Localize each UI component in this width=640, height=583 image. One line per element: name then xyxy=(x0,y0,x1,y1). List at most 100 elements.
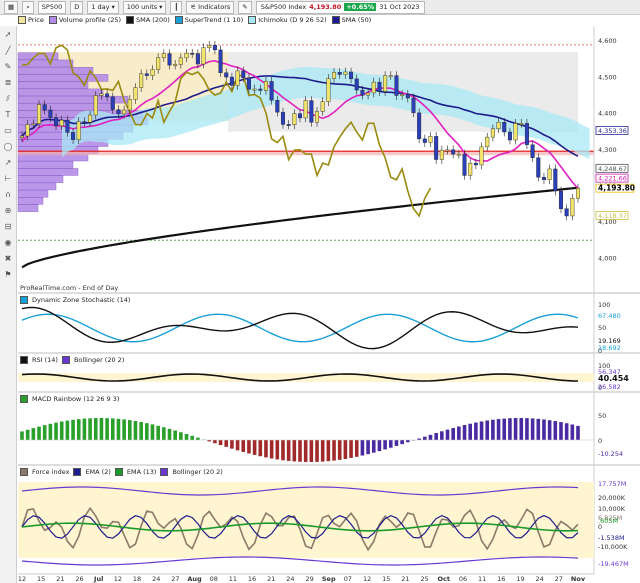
candle-body xyxy=(411,97,416,114)
stoch-legend-label: Dynamic Zone Stochastic (14) xyxy=(32,296,131,304)
macd-legend[interactable]: MACD Rainbow (12 26 9 3) xyxy=(20,395,119,403)
volume-profile-bar xyxy=(17,168,79,176)
candle-body xyxy=(252,88,257,91)
macd-histogram-bar xyxy=(48,423,53,440)
macd-histogram-bar xyxy=(76,419,81,440)
chart-area[interactable]: 4,6004,5004,4004,3004,2004,1004,0004,353… xyxy=(0,0,640,583)
rsi-swatch xyxy=(20,356,28,364)
macd-histogram-bar xyxy=(332,440,336,461)
macd-histogram-bar xyxy=(496,419,501,440)
date-label: 24 xyxy=(286,575,294,583)
macd-histogram-bar xyxy=(20,431,24,440)
macd-histogram-bar xyxy=(400,440,404,445)
price-tick-label: 4,000 xyxy=(598,254,617,262)
candle-body xyxy=(400,94,405,96)
macd-histogram-bar xyxy=(59,421,64,440)
date-label: 11 xyxy=(478,575,486,583)
macd-histogram-bar xyxy=(530,418,535,440)
candle-body xyxy=(513,123,518,141)
macd-histogram-bar xyxy=(337,440,342,460)
stoch-legend[interactable]: Dynamic Zone Stochastic (14) xyxy=(20,296,130,304)
force-tag: -19.467M xyxy=(598,560,629,568)
candle-body xyxy=(298,113,303,119)
candle-body xyxy=(337,72,342,75)
candle-body xyxy=(490,128,495,138)
volume-profile-bar xyxy=(17,88,104,97)
candle-body xyxy=(263,81,268,91)
candle-body xyxy=(173,64,178,66)
macd-histogram-bar xyxy=(54,422,58,440)
candle-body xyxy=(434,136,439,160)
volume-profile-bar xyxy=(17,175,64,183)
rsi-panel: 100056.34740.45426.582 xyxy=(18,362,629,392)
candle-body xyxy=(417,112,422,140)
candle-body xyxy=(229,76,234,86)
macd-histogram-bar xyxy=(479,421,484,440)
macd-histogram-bar xyxy=(428,434,433,440)
macd-histogram-bar xyxy=(559,422,563,440)
macd-histogram-bar xyxy=(405,440,410,443)
candle-body xyxy=(479,146,484,166)
candle-body xyxy=(246,77,251,90)
candle-body xyxy=(110,96,115,110)
candle-body xyxy=(507,131,512,141)
macd-histogram-bar xyxy=(445,429,450,440)
candle-body xyxy=(564,208,569,217)
macd-histogram-bar xyxy=(570,424,575,440)
macd-histogram-bar xyxy=(388,440,393,448)
candle-body xyxy=(524,123,529,145)
candle-body xyxy=(292,113,297,126)
macd-histogram-bar xyxy=(457,426,461,440)
date-label: 29 xyxy=(305,575,313,583)
price-tick-label: 4,400 xyxy=(598,110,617,118)
macd-histogram-bar xyxy=(127,420,132,440)
date-label: 16 xyxy=(248,575,256,583)
candle-body xyxy=(280,111,285,125)
candle-body xyxy=(354,78,359,91)
macd-histogram-bar xyxy=(547,420,552,440)
macd-histogram-bar xyxy=(122,419,126,440)
macd-histogram-bar xyxy=(360,440,365,456)
candle-body xyxy=(576,187,581,199)
macd-histogram-bar xyxy=(298,440,302,462)
date-label: 11 xyxy=(229,575,237,583)
candle-body xyxy=(48,109,53,118)
macd-histogram-bar xyxy=(576,425,580,440)
price-tick-label: 4,300 xyxy=(598,146,617,154)
macd-histogram-bar xyxy=(196,437,200,440)
force-index-panel: 20,000K10,000K0-10,000K17.757M6.825M.605… xyxy=(18,480,629,568)
macd-histogram-bar xyxy=(116,418,121,440)
date-label: 21 xyxy=(401,575,409,583)
price-tag-label: 4,221.66 xyxy=(598,175,627,183)
candle-body xyxy=(207,45,212,48)
candle-body xyxy=(258,88,263,91)
stoch-tick-label: 50 xyxy=(598,324,606,332)
candle-body xyxy=(377,81,382,92)
force-legend[interactable]: Force index EMA (2) EMA (13) Bollinger (… xyxy=(20,468,223,476)
date-label: 27 xyxy=(555,575,563,583)
stoch-signal-line xyxy=(21,313,579,343)
candle-body xyxy=(536,157,541,178)
ema13-swatch xyxy=(114,468,123,476)
volume-profile-bar xyxy=(17,204,39,212)
force-bollinger-legend-label: Bollinger (20 2) xyxy=(172,468,223,476)
volume-profile-bar xyxy=(17,182,57,191)
date-label: 25 xyxy=(420,575,428,583)
candle-body xyxy=(428,136,433,143)
candle-body xyxy=(286,124,291,126)
rsi-legend[interactable]: RSI (14) Bollinger (20 2) xyxy=(20,356,124,364)
macd-histogram-bar xyxy=(451,428,455,440)
candle-body xyxy=(150,69,155,76)
macd-histogram-bar xyxy=(525,418,529,440)
volume-profile-bar xyxy=(17,189,49,198)
candle-body xyxy=(309,100,314,123)
date-label: 12 xyxy=(18,575,26,583)
macd-histogram-bar xyxy=(179,432,183,440)
macd-histogram-bar xyxy=(235,440,240,451)
stoch-swatch xyxy=(20,296,28,304)
date-label: 06 xyxy=(459,575,467,583)
candle-body xyxy=(224,72,229,78)
candle-body xyxy=(502,122,507,133)
date-label: 08 xyxy=(210,575,218,583)
macd-histogram-bar xyxy=(275,440,280,460)
